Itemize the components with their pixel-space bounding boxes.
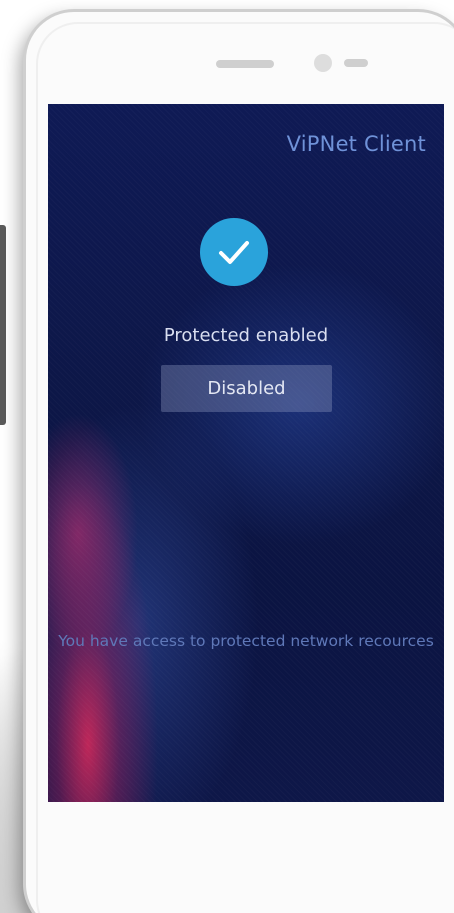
front-camera (314, 54, 332, 72)
protection-status-label: Protected enabled (163, 325, 329, 346)
side-edge (0, 225, 6, 425)
speaker-grille (216, 60, 274, 68)
screen-texture (48, 104, 444, 802)
disable-protection-button[interactable]: Disabled (161, 365, 332, 412)
app-screen: ViPNet Client Protected enabled Disabled… (48, 104, 444, 802)
status-checkmark-icon (200, 218, 268, 286)
checkmark-icon (219, 241, 249, 264)
app-title: ViPNet Client (286, 132, 426, 156)
access-message: You have access to protected network rec… (58, 632, 434, 650)
page: ViPNet Client Protected enabled Disabled… (0, 0, 454, 913)
proximity-sensor (344, 59, 368, 67)
